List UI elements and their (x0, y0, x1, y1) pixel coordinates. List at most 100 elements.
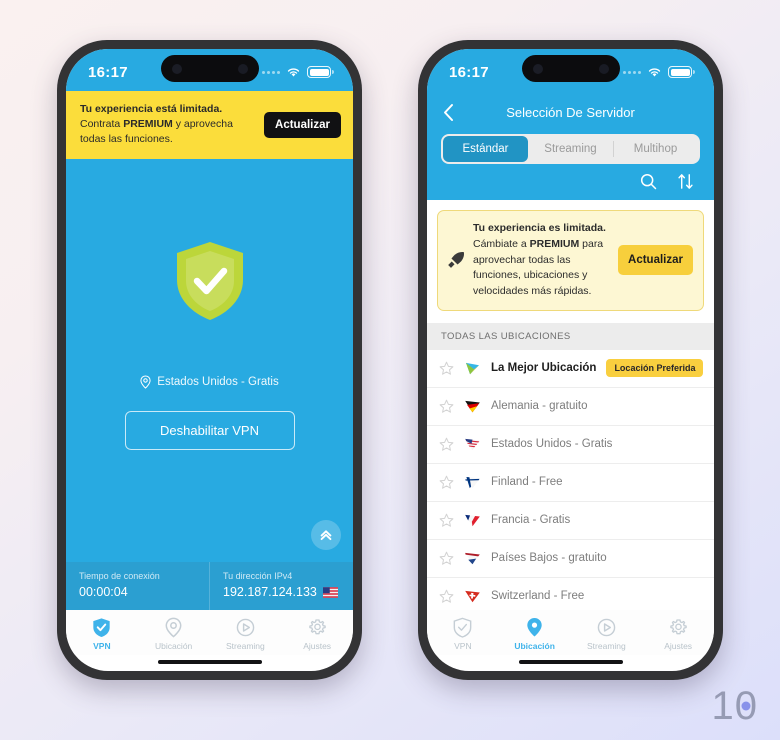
flag-usa (322, 586, 338, 598)
shield-check-icon (173, 240, 247, 327)
star-outline-icon[interactable] (439, 589, 454, 604)
tab-streaming-label: Streaming (544, 143, 597, 155)
location-name: Países Bajos - gratuito (491, 552, 607, 565)
promo-headline: Tu experiencia está limitada. (80, 103, 223, 115)
shield-icon (453, 617, 472, 638)
list-item[interactable]: Francia - Gratis (427, 502, 714, 540)
location-name: Estados Unidos - Gratis (491, 438, 613, 451)
camera-lens-icon (532, 63, 543, 74)
tab-vpn[interactable]: VPN (66, 617, 138, 651)
star-outline-icon[interactable] (439, 399, 454, 414)
promo-premium-word: PREMIUM (123, 118, 173, 131)
upgrade-button[interactable]: Actualizar (264, 111, 341, 138)
bottom-tab-bar-left: VPN Ubicación Streaming Ajustes (66, 610, 353, 655)
status-time: 16:17 (449, 63, 489, 81)
location-pin-icon (165, 617, 182, 638)
sort-arrows-icon (678, 174, 693, 189)
list-item[interactable]: Alemania - gratuito (427, 388, 714, 426)
shield-icon (93, 618, 111, 637)
search-icon (640, 173, 657, 190)
wifi-icon (287, 68, 300, 77)
star-outline-icon[interactable] (439, 475, 454, 490)
best-location-icon (466, 362, 479, 374)
watermark-text: 1 (711, 684, 735, 728)
camera-lens-icon (171, 63, 182, 74)
tab-ubicacion[interactable]: Ubicación (499, 617, 571, 651)
location-name: Francia - Gratis (491, 514, 571, 527)
tab-ubicacion[interactable]: Ubicación (138, 617, 210, 651)
server-type-tabs: Estándar Streaming Multihop (441, 134, 700, 164)
premium-notice-card: Tu experiencia es limitada. Cámbiate a P… (437, 210, 704, 311)
sort-button[interactable] (677, 173, 694, 190)
connection-time-label: Tiempo de conexión (79, 571, 160, 581)
star-outline-icon[interactable] (439, 513, 454, 528)
rocket-icon (448, 252, 465, 269)
tab-ajustes[interactable]: Ajustes (281, 617, 353, 651)
phone-right: 16:17 Selección De Servidor Estándar Str… (418, 40, 723, 680)
bottom-tab-bar-right: VPN Ubicación Streaming Ajustes (427, 610, 714, 655)
location-name: Finland - Free (491, 476, 563, 489)
double-chevron-up-icon (320, 530, 332, 541)
tab-streaming[interactable]: Streaming (571, 617, 643, 651)
location-name: La Mejor Ubicación (491, 362, 597, 375)
tab-streaming[interactable]: Streaming (528, 136, 613, 162)
tab-multihop[interactable]: Multihop (613, 136, 698, 162)
tab-vpn[interactable]: VPN (427, 617, 499, 651)
ip-address-label: Tu dirección IPv4 (223, 571, 293, 581)
tab-estandar[interactable]: Estándar (443, 136, 528, 162)
flag-france (465, 514, 480, 526)
flag-finland (465, 476, 480, 488)
list-item[interactable]: Finland - Free (427, 464, 714, 502)
tab-streaming[interactable]: Streaming (210, 617, 282, 651)
back-button[interactable] (443, 103, 454, 122)
status-bar: 16:17 (66, 49, 353, 91)
home-indicator (157, 660, 262, 664)
signal-dots-icon (262, 70, 280, 74)
star-outline-icon[interactable] (439, 437, 454, 452)
list-actions (427, 164, 714, 200)
gear-icon (308, 619, 326, 635)
ip-address-stat: Tu dirección IPv4 192.187.124.133 (209, 562, 353, 610)
flag-netherlands (465, 552, 480, 564)
connection-time-value: 00:00:04 (79, 585, 128, 599)
status-time: 16:17 (88, 63, 128, 81)
list-item[interactable]: La Mejor Ubicación Locación Preferida (427, 350, 714, 388)
list-item[interactable]: Estados Unidos - Gratis (427, 426, 714, 464)
notice-upgrade-button[interactable]: Actualizar (618, 245, 693, 276)
screen-vpn-home: 16:17 Tu experiencia está limitada. Cont… (66, 49, 353, 671)
page-title: Selección De Servidor (506, 104, 635, 120)
notice-text: Tu experiencia es limitada. Cámbiate a P… (473, 221, 611, 300)
list-item[interactable]: Switzerland - Free (427, 578, 714, 610)
premium-promo-banner: Tu experiencia está limitada. Contrata P… (66, 91, 353, 159)
face-id-sensor-icon (237, 63, 248, 74)
location-name: Alemania - gratuito (491, 400, 588, 413)
screen-server-selection: 16:17 Selección De Servidor Estándar Str… (427, 49, 714, 671)
gear-icon (669, 619, 687, 635)
current-location-label: Estados Unidos - Gratis (157, 376, 279, 389)
battery-icon (307, 66, 334, 78)
dynamic-island (521, 55, 620, 82)
signal-dots-icon (623, 70, 641, 74)
notice-body-1: Cámbiate a (473, 237, 530, 250)
location-list[interactable]: Tu experiencia es limitada. Cámbiate a P… (427, 200, 714, 610)
tab-multihop-label: Multihop (633, 143, 678, 155)
face-id-sensor-icon (598, 63, 609, 74)
battery-icon (668, 66, 695, 78)
expand-up-button[interactable] (311, 520, 341, 550)
tab-ajustes[interactable]: Ajustes (642, 617, 714, 651)
vpn-status-area: Estados Unidos - Gratis Deshabilitar VPN (66, 158, 353, 562)
tab-ubicacion-label: Ubicación (154, 641, 193, 651)
tab-vpn-label: VPN (454, 641, 472, 651)
connection-stats-bar: Tiempo de conexión 00:00:04 Tu dirección… (66, 562, 353, 610)
star-outline-icon[interactable] (439, 551, 454, 566)
star-outline-icon[interactable] (439, 361, 454, 376)
flag-switzerland (465, 590, 480, 602)
disable-vpn-button[interactable]: Deshabilitar VPN (124, 411, 295, 451)
location-name: Switzerland - Free (491, 590, 585, 603)
search-button[interactable] (640, 173, 657, 190)
watermark-dot (741, 701, 751, 711)
list-item[interactable]: Países Bajos - gratuito (427, 540, 714, 578)
preferred-location-badge: Locación Preferida (606, 359, 704, 378)
chevron-left-icon (444, 103, 453, 121)
flag-usa (465, 438, 480, 450)
